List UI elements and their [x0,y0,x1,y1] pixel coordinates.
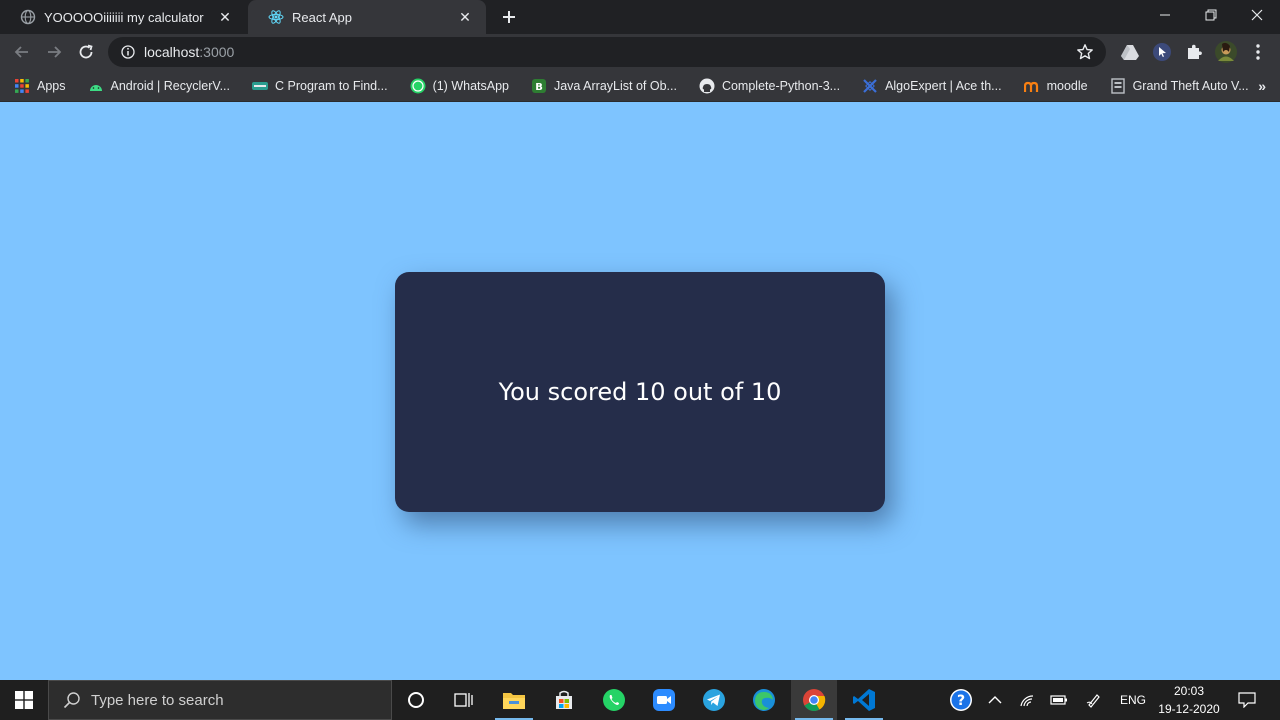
site-icon [252,78,269,94]
file-explorer-icon[interactable] [491,680,537,720]
menu-kebab-icon[interactable] [1245,39,1271,65]
profile-avatar[interactable] [1213,39,1239,65]
battery-icon[interactable] [1047,680,1071,720]
svg-text:?: ? [957,693,965,709]
close-icon[interactable]: ✕ [216,8,234,26]
vscode-icon[interactable] [841,680,887,720]
store-icon[interactable] [541,680,587,720]
minimize-button[interactable] [1142,0,1188,30]
search-icon [63,691,81,709]
new-tab-button[interactable] [498,6,520,28]
bookmark-label: AlgoExpert | Ace th... [885,78,1002,93]
edge-icon[interactable] [741,680,787,720]
tab-strip: YOOOOOiiiiiii my calculator ✕ React App … [0,0,1280,34]
notification-icon[interactable] [1232,680,1262,720]
forward-button[interactable] [40,38,68,66]
react-icon [268,9,284,25]
reload-button[interactable] [72,38,100,66]
tab-title: React App [292,9,352,25]
window-close-button[interactable] [1234,0,1280,30]
whatsapp-icon[interactable] [591,680,637,720]
apps-grid-icon [14,78,30,94]
taskbar-search-box[interactable]: Type here to search [48,680,392,720]
zoom-icon[interactable] [641,680,687,720]
task-view-icon[interactable] [441,680,487,720]
clock[interactable]: 20:03 19-12-2020 [1150,682,1228,718]
back-button[interactable] [8,38,36,66]
bookmark-label: C Program to Find... [275,78,388,93]
site-b-icon: B [531,78,547,94]
pen-icon[interactable] [1083,680,1105,720]
taskbar: Type here to search ? ENG 20:03 19-12-20… [0,680,1280,720]
page-viewport: You scored 10 out of 10 [0,103,1280,680]
puzzle-icon[interactable] [1181,39,1207,65]
algoexpert-icon [862,78,878,94]
game-icon [1110,77,1126,94]
chevron-up-icon[interactable] [984,680,1006,720]
close-icon[interactable]: ✕ [456,8,474,26]
bookmark-label: moodle [1046,78,1088,93]
language-indicator[interactable]: ENG [1116,680,1150,720]
android-icon [88,78,104,94]
bookmark-apps[interactable]: Apps [14,78,66,94]
cortana-icon[interactable] [393,680,439,720]
bookmark-android[interactable]: Android | RecyclerV... [88,78,231,94]
tab-react-app[interactable]: React App ✕ [248,0,486,34]
score-text: You scored 10 out of 10 [498,378,782,406]
chrome-icon[interactable] [791,680,837,720]
address-bar[interactable]: localhost:3000 [108,37,1106,67]
bookmark-label: Grand Theft Auto V... [1132,78,1249,93]
globe-icon [20,9,36,25]
bookmark-whatsapp[interactable]: (1) WhatsApp [410,78,509,94]
drive-extension-icon[interactable] [1117,39,1143,65]
bookmark-label: (1) WhatsApp [432,78,509,93]
bookmark-moodle[interactable]: moodle [1023,78,1088,94]
moodle-icon [1023,78,1040,94]
help-icon[interactable]: ? [947,680,975,720]
bookmark-label: Complete-Python-3... [721,78,841,93]
bookmark-gta[interactable]: Grand Theft Auto V... [1110,77,1249,94]
github-icon [699,78,715,94]
clock-time: 20:03 [1173,684,1205,698]
bookmark-algoexpert[interactable]: AlgoExpert | Ace th... [862,78,1002,94]
clock-date: 19-12-2020 [1158,702,1220,716]
telegram-icon[interactable] [691,680,737,720]
info-icon[interactable] [120,44,136,60]
bookmarks-more-button[interactable]: » [1258,78,1266,94]
bookmark-label: Java ArrayList of Ob... [553,78,677,93]
restore-button[interactable] [1188,0,1234,30]
browser-toolbar: localhost:3000 [0,34,1280,70]
bookmark-label: Android | RecyclerV... [110,78,231,93]
bookmark-python[interactable]: Complete-Python-3... [699,78,840,94]
tab-calculator[interactable]: YOOOOOiiiiiii my calculator ✕ [0,0,246,34]
wifi-icon[interactable] [1016,680,1038,720]
bookmark-label: Apps [37,78,66,93]
whatsapp-icon [410,78,426,94]
cursor-extension-icon[interactable] [1149,39,1175,65]
score-card: You scored 10 out of 10 [395,272,885,512]
star-icon[interactable] [1076,43,1094,61]
bookmarks-bar: Apps Android | RecyclerV... C Program to… [0,70,1280,102]
bookmark-java-arraylist[interactable]: B Java ArrayList of Ob... [531,78,677,94]
url-port: :3000 [199,44,235,60]
search-placeholder: Type here to search [91,691,224,709]
tab-title: YOOOOOiiiiiii my calculator [44,9,204,25]
bookmark-c-program[interactable]: C Program to Find... [252,78,388,94]
windows-start-button[interactable] [0,680,48,720]
svg-text:B: B [535,82,543,93]
url-host: localhost [144,44,200,60]
